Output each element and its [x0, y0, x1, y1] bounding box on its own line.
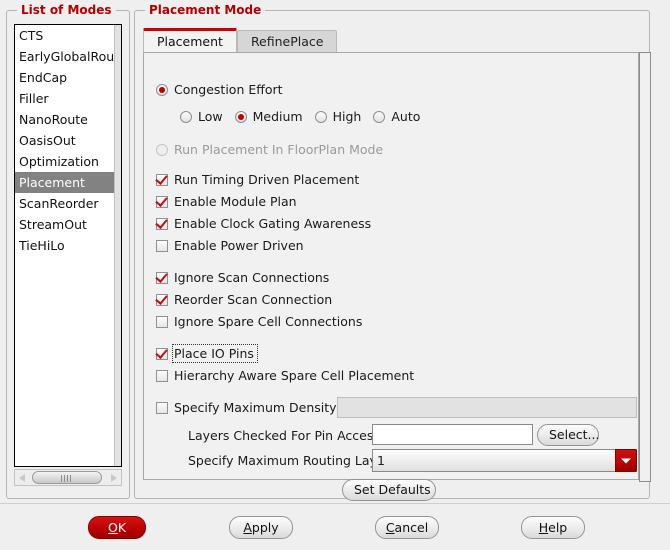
cancel-suffix: ancel: [394, 520, 429, 535]
checkbox-specify-maximum-density[interactable]: Specify Maximum Density: [156, 400, 337, 415]
checkbox-label: Run Timing Driven Placement: [174, 172, 360, 187]
list-item-selected[interactable]: Placement: [15, 172, 121, 193]
checkbox-label: Place IO Pins: [172, 344, 258, 363]
grip-icon: [61, 475, 73, 482]
routing-layer-label: Specify Maximum Routing Layer: [188, 453, 390, 468]
checkbox-icon[interactable]: [156, 271, 168, 284]
ok-suffix: K: [117, 520, 127, 535]
set-defaults-button[interactable]: Set Defaults: [342, 479, 436, 501]
scroll-left-arrow-icon[interactable]: [15, 470, 30, 485]
checkbox-label: Enable Module Plan: [174, 194, 297, 209]
list-of-modes-group: List of Modes CTS EarlyGlobalRoute EndCa…: [6, 3, 130, 499]
radio-icon: [156, 143, 168, 156]
checkbox-label: Reorder Scan Connection: [174, 292, 333, 307]
checkbox-label: Enable Clock Gating Awareness: [174, 216, 372, 231]
list-item[interactable]: EarlyGlobalRoute: [15, 46, 121, 67]
list-item[interactable]: Optimization: [15, 151, 121, 172]
radio-icon[interactable]: [156, 83, 168, 96]
congestion-effort-label: Congestion Effort: [174, 82, 283, 97]
radio-icon[interactable]: [234, 110, 247, 123]
list-item[interactable]: OasisOut: [15, 130, 121, 151]
pin-access-input[interactable]: [372, 424, 533, 445]
list-item[interactable]: ScanReorder: [15, 193, 121, 214]
congestion-medium-label[interactable]: Medium: [253, 109, 303, 124]
list-item[interactable]: NanoRoute: [15, 109, 121, 130]
checkbox-enable-module-plan[interactable]: Enable Module Plan: [156, 194, 297, 209]
checkbox-ignore-spare-cell-connections[interactable]: Ignore Spare Cell Connections: [156, 314, 362, 329]
modes-listbox[interactable]: CTS EarlyGlobalRoute EndCap Filler NanoR…: [14, 24, 122, 467]
pin-access-label-row: Layers Checked For Pin Access: [188, 428, 380, 443]
congestion-auto-label[interactable]: Auto: [391, 109, 420, 124]
checkbox-icon[interactable]: [156, 293, 168, 306]
checkbox-reorder-scan-connection[interactable]: Reorder Scan Connection: [156, 292, 332, 307]
checkbox-run-timing-driven-placement[interactable]: Run Timing Driven Placement: [156, 172, 359, 187]
ok-button[interactable]: OK: [88, 516, 146, 539]
radio-icon[interactable]: [180, 110, 192, 123]
checkbox-icon[interactable]: [156, 347, 168, 360]
list-of-modes-title: List of Modes: [17, 3, 116, 17]
ok-mnemonic: O: [107, 520, 118, 535]
apply-mnemonic: A: [243, 520, 252, 535]
checkbox-icon[interactable]: [156, 239, 168, 252]
congestion-effort-options: Low Medium High Auto: [180, 109, 420, 124]
congestion-effort-option[interactable]: Congestion Effort: [156, 82, 283, 97]
radio-icon[interactable]: [373, 110, 386, 123]
help-suffix: elp: [548, 520, 568, 535]
routing-layer-combobox[interactable]: 1: [372, 449, 637, 472]
routing-layer-label-row: Specify Maximum Routing Layer: [188, 453, 390, 468]
placement-tab-panel: Congestion Effort Low Medium High Auto R…: [143, 52, 651, 501]
tab-refineplace[interactable]: RefinePlace: [236, 30, 338, 52]
help-button[interactable]: Help: [521, 516, 585, 539]
chevron-down-icon[interactable]: [615, 449, 637, 472]
checkbox-label: Enable Power Driven: [174, 238, 304, 253]
tab-placement[interactable]: Placement: [143, 28, 237, 52]
modes-list-horizontal-scrollbar[interactable]: [14, 469, 122, 486]
checkbox-icon[interactable]: [156, 173, 168, 186]
placement-mode-group: Placement Mode Placement RefinePlace Con…: [134, 3, 651, 501]
dialog-button-bar: OK Apply Cancel Help: [0, 503, 670, 550]
help-mnemonic: H: [538, 520, 549, 535]
panel-vertical-scrollbar[interactable]: [639, 52, 651, 482]
congestion-low-label[interactable]: Low: [198, 109, 223, 124]
checkbox-icon[interactable]: [156, 315, 168, 328]
cancel-button[interactable]: Cancel: [375, 516, 439, 539]
apply-button[interactable]: Apply: [229, 516, 293, 539]
routing-layer-value: 1: [377, 453, 385, 468]
pin-access-label: Layers Checked For Pin Access: [188, 428, 380, 443]
checkbox-icon[interactable]: [156, 195, 168, 208]
checkbox-enable-clock-gating-awareness[interactable]: Enable Clock Gating Awareness: [156, 216, 371, 231]
select-button[interactable]: Select...: [537, 424, 599, 446]
radio-icon[interactable]: [314, 110, 327, 123]
list-item[interactable]: CTS: [15, 25, 121, 46]
list-item[interactable]: EndCap: [15, 67, 121, 88]
list-item[interactable]: TieHiLo: [15, 235, 121, 256]
apply-suffix: pply: [251, 520, 279, 535]
checkbox-label: Ignore Spare Cell Connections: [174, 314, 363, 329]
modes-list-vertical-scrollbar[interactable]: [114, 25, 121, 466]
placement-mode-title: Placement Mode: [145, 3, 266, 17]
cancel-mnemonic: C: [385, 520, 395, 535]
list-item[interactable]: StreamOut: [15, 214, 121, 235]
checkbox-label: Hierarchy Aware Spare Cell Placement: [174, 368, 415, 383]
checkbox-ignore-scan-connections[interactable]: Ignore Scan Connections: [156, 270, 329, 285]
checkbox-icon[interactable]: [156, 401, 168, 414]
maximum-density-input: [337, 397, 637, 418]
checkbox-label: Ignore Scan Connections: [174, 270, 330, 285]
congestion-high-label[interactable]: High: [333, 109, 362, 124]
run-placement-floorplan-option: Run Placement In FloorPlan Mode: [156, 142, 383, 157]
run-placement-floorplan-label: Run Placement In FloorPlan Mode: [174, 142, 384, 157]
checkbox-icon[interactable]: [156, 369, 168, 382]
tab-strip: Placement RefinePlace: [143, 28, 338, 52]
checkbox-place-io-pins[interactable]: Place IO Pins: [156, 344, 258, 363]
scroll-right-arrow-icon[interactable]: [106, 470, 121, 485]
scrollbar-thumb[interactable]: [32, 471, 102, 484]
checkbox-hierarchy-aware-spare-cell-placement[interactable]: Hierarchy Aware Spare Cell Placement: [156, 368, 414, 383]
checkbox-icon[interactable]: [156, 217, 168, 230]
checkbox-enable-power-driven[interactable]: Enable Power Driven: [156, 238, 304, 253]
list-item[interactable]: Filler: [15, 88, 121, 109]
checkbox-label: Specify Maximum Density: [174, 400, 337, 415]
